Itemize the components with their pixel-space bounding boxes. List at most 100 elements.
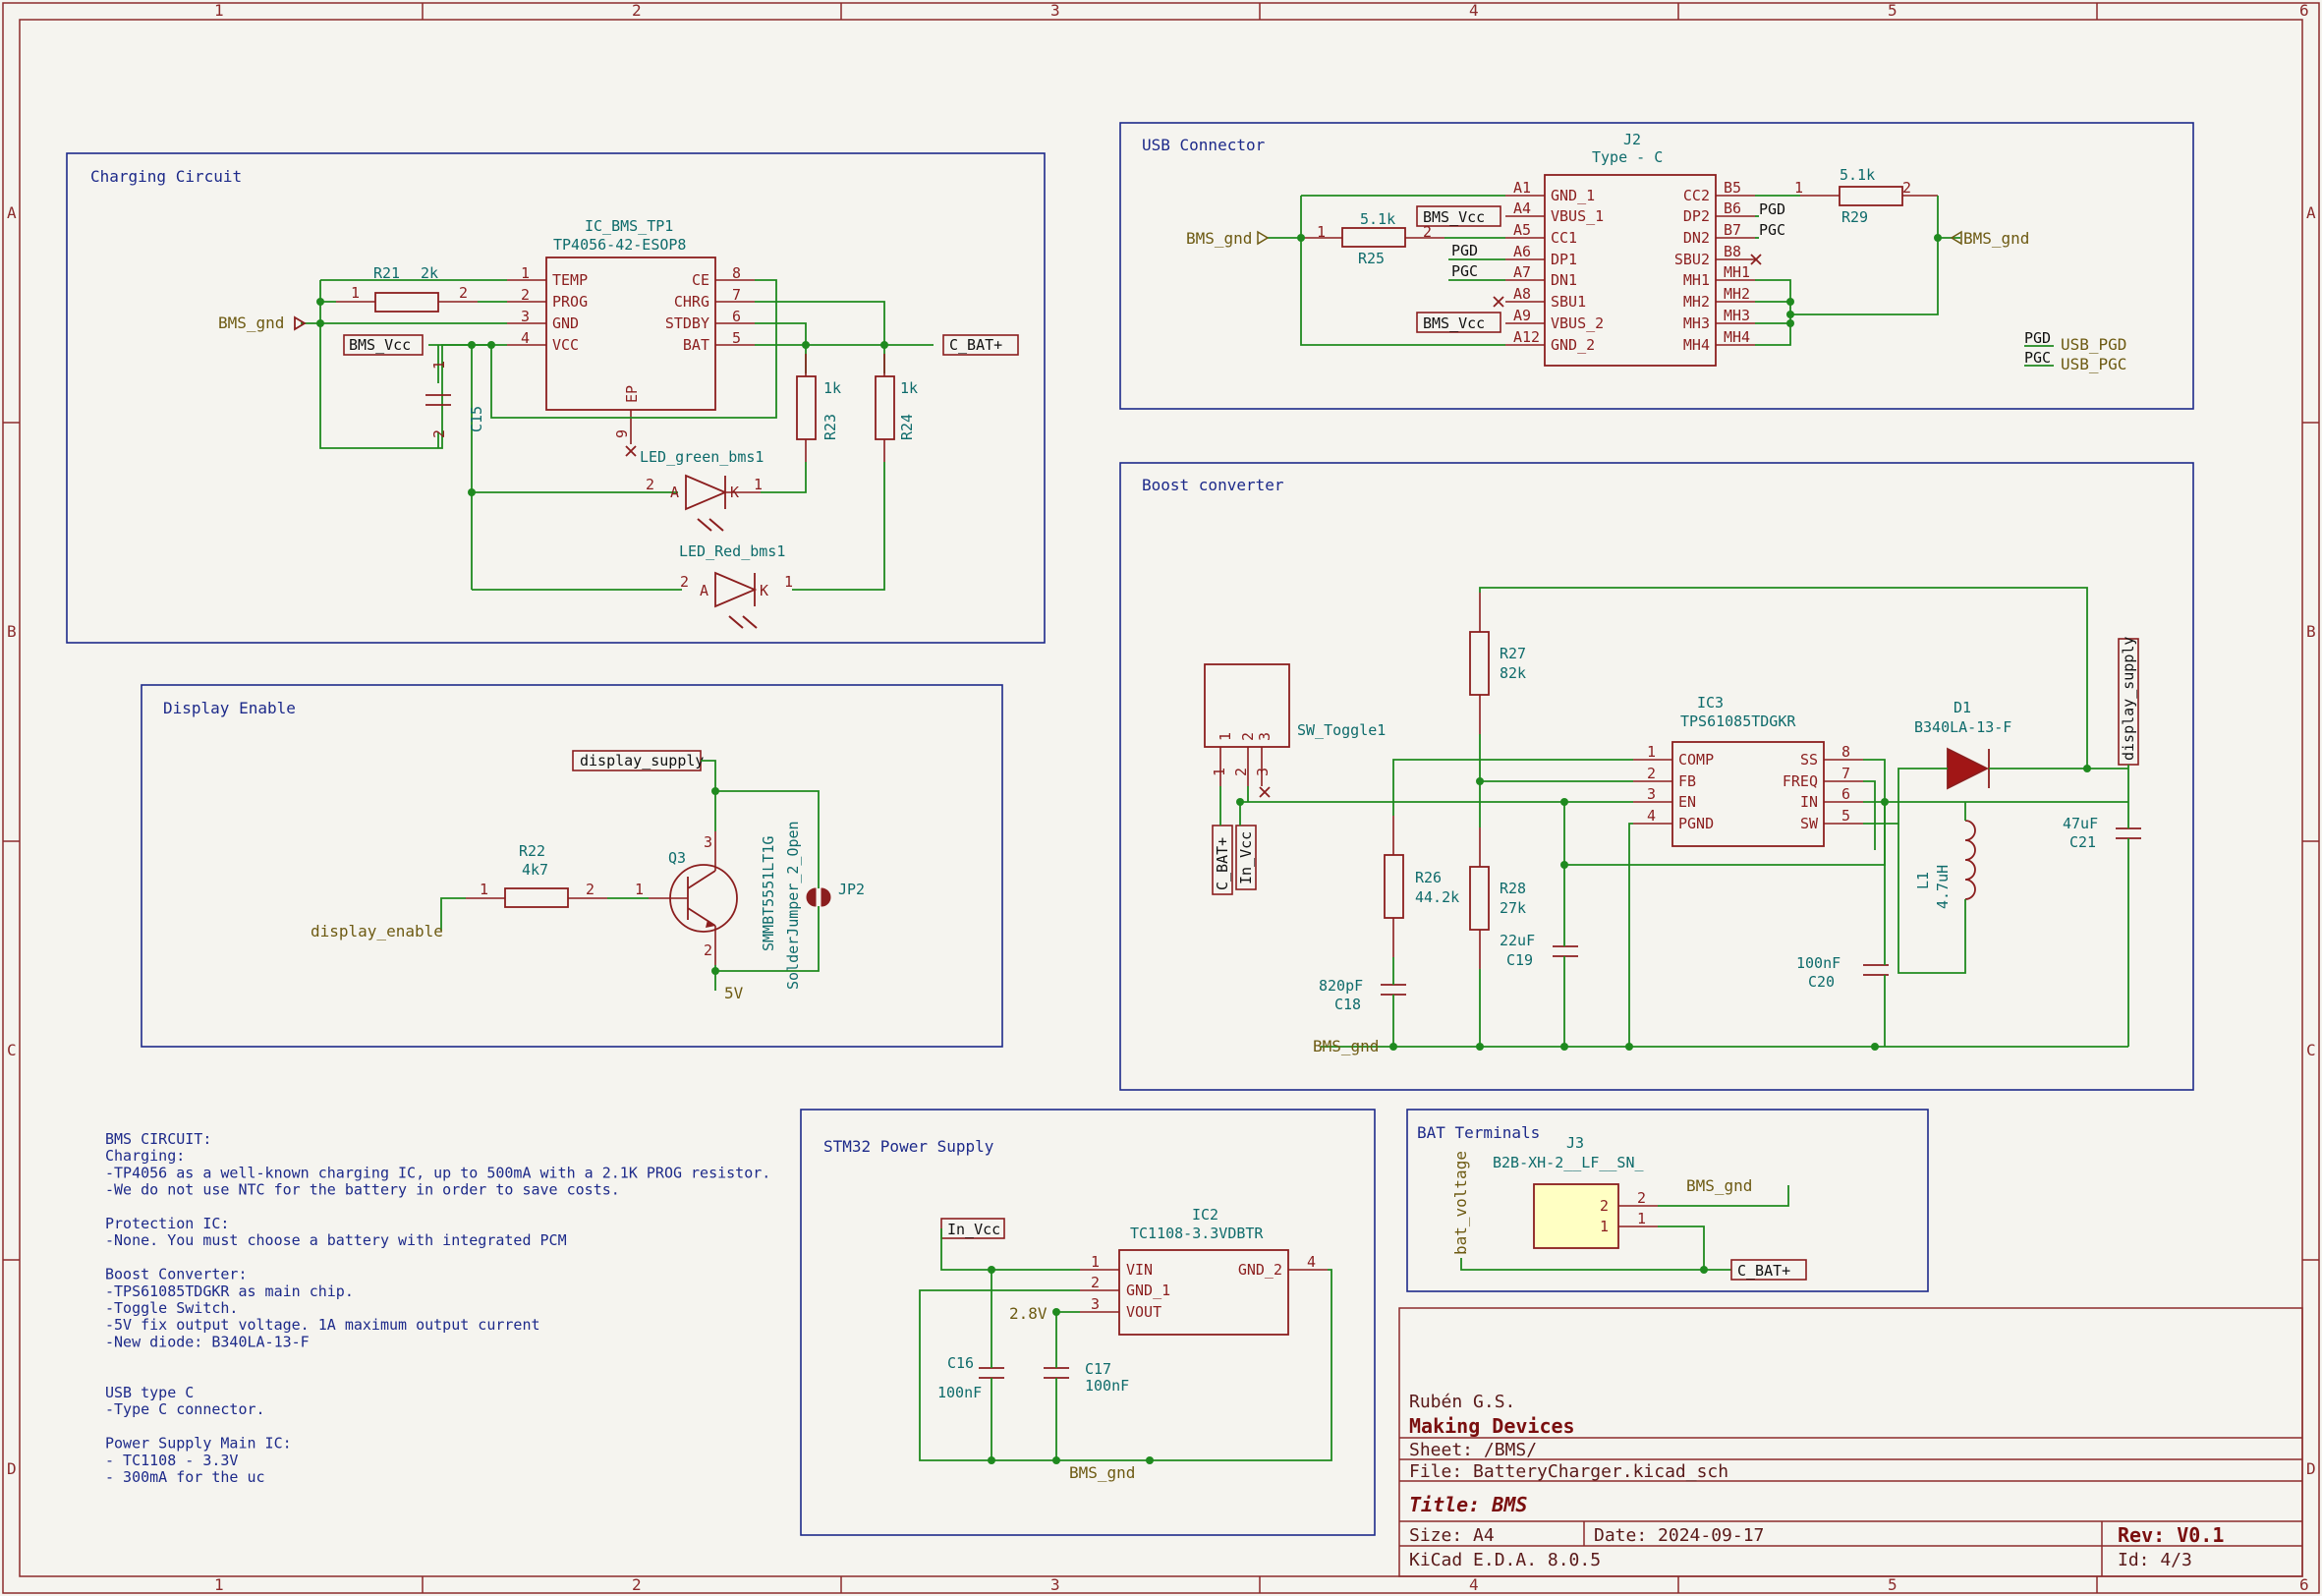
r22-value: 4k7 <box>522 861 548 879</box>
usb-vcc-label-1: BMS_Vcc <box>1423 208 1485 226</box>
r29-ref: R29 <box>1841 208 1868 226</box>
r21-pin2: 2 <box>459 284 468 302</box>
usb-pgc-global: PGC <box>2024 349 2051 367</box>
led-red-symbol <box>714 571 758 608</box>
stm32-gnd-label: BMS_gnd <box>1069 1463 1135 1482</box>
frame-row-b-right: B <box>2306 622 2316 641</box>
led-green-light <box>697 518 724 532</box>
jp2-value: SolderJumper_2_Open <box>784 821 802 990</box>
c15-ref: C15 <box>468 406 485 432</box>
j2-value: Type - C <box>1592 148 1663 166</box>
usb-gnd-label-right: BMS_gnd <box>1963 229 2029 248</box>
usb-pgc-left: PGC <box>1451 262 1478 280</box>
j2-left-pin-num-6: A9 <box>1513 307 1531 324</box>
title-block: Rubén G.S. Making Devices Sheet: /BMS/ F… <box>1398 1307 2303 1577</box>
r25-body <box>1341 227 1406 248</box>
ic3-right-pin-name-2: IN <box>1800 793 1818 811</box>
ic2-right-pin-name: GND_2 <box>1238 1261 1282 1279</box>
c15-pin1: 1 <box>430 361 448 370</box>
j2-right-pin-num-1: B6 <box>1724 200 1741 217</box>
usb-pgd-right: PGD <box>1759 200 1785 218</box>
j2-left-pin-num-7: A12 <box>1513 328 1540 346</box>
led-green-ref: LED_green_bms1 <box>640 448 764 466</box>
j2-left-pin-name-5: SBU1 <box>1551 293 1586 311</box>
ic3-ref: IC3 <box>1697 694 1724 712</box>
ic-bms-pin7-name: CHRG <box>674 293 709 311</box>
sw-pin1-b: 1 <box>1211 768 1228 776</box>
ic2-ref: IC2 <box>1192 1206 1218 1224</box>
ic-bms-pin2-num: 2 <box>521 286 530 304</box>
ic-bms-ref: IC_BMS_TP1 <box>585 217 673 235</box>
usb-gnd-label-left: BMS_gnd <box>1186 229 1252 248</box>
frame-col-3-bottom: 3 <box>1050 1575 1060 1594</box>
display-block-title: Display Enable <box>163 699 296 717</box>
boost-gnd-label: BMS_gnd <box>1313 1037 1379 1055</box>
led-green-symbol <box>685 474 728 511</box>
jp2-symbol <box>806 887 831 907</box>
c16-symbol <box>979 1367 1004 1379</box>
r26-value: 44.2k <box>1415 888 1459 906</box>
c17-ref: C17 <box>1085 1360 1111 1378</box>
ic-bms-pin6-num: 6 <box>732 308 741 325</box>
usb-pgc-right: PGC <box>1759 221 1785 239</box>
bat-cbat-label: C_BAT+ <box>1737 1262 1790 1280</box>
usb-gnd-arrow-left <box>1257 230 1270 246</box>
ic3-right-pin-name-0: SS <box>1800 751 1818 769</box>
r29-body <box>1839 186 1903 206</box>
tb-author: Rubén G.S. <box>1409 1392 1515 1412</box>
frame-row-d: D <box>7 1459 17 1478</box>
r29-value: 5.1k <box>1840 166 1875 184</box>
j2-right-pin-num-0: B5 <box>1724 179 1741 197</box>
r24-value: 1k <box>900 379 918 397</box>
ic3-right-pin-name-3: SW <box>1800 815 1819 832</box>
stm32-invcc-label: In_Vcc <box>947 1221 1000 1238</box>
j2-right-pin-name-6: MH3 <box>1683 314 1710 332</box>
ic3-left-pin-name-3: PGND <box>1678 815 1714 832</box>
q3-lines <box>687 870 716 927</box>
ic-bms-pin4-name: VCC <box>552 336 579 354</box>
ic2-right-pin-num: 4 <box>1307 1253 1316 1271</box>
r23-body <box>796 375 817 440</box>
c17-symbol <box>1044 1367 1069 1379</box>
frame-col-6-bottom: 6 <box>2299 1575 2309 1594</box>
j2-right-pin-name-7: MH4 <box>1683 336 1710 354</box>
tb-title: Title: BMS <box>1409 1493 1527 1516</box>
j3-value: B2B-XH-2__LF__SN_ <box>1493 1154 1644 1171</box>
l1-value: 4.7uH <box>1934 865 1952 909</box>
note-line-6: -None. You must choose a battery with in… <box>105 1231 567 1249</box>
frame-col-2-bottom: 2 <box>632 1575 642 1594</box>
d1-ref: D1 <box>1954 699 1971 716</box>
j2-right-pin-num-2: B7 <box>1724 221 1741 239</box>
ic2-left-pin-name-2: VOUT <box>1126 1303 1161 1321</box>
r26-ref: R26 <box>1415 869 1442 886</box>
ic3-left-pin-num-0: 1 <box>1647 743 1656 761</box>
led-red-pin1: 1 <box>784 573 793 591</box>
ic-bms-pin8-num: 8 <box>732 264 741 282</box>
j2-right-pin-name-3: SBU2 <box>1674 251 1710 268</box>
tb-file: File: BatteryCharger.kicad_sch <box>1409 1461 1728 1482</box>
frame-col-6: 6 <box>2299 1 2309 20</box>
j3-pin2-num: 2 <box>1637 1189 1646 1207</box>
frame-col-4-bottom: 4 <box>1469 1575 1479 1594</box>
q3-pin1: 1 <box>635 881 644 898</box>
bat-gnd-label: BMS_gnd <box>1686 1176 1752 1195</box>
j2-right-pin-num-5: MH2 <box>1724 285 1750 303</box>
boost-block <box>1119 462 2194 1091</box>
ic-bms-pin5-num: 5 <box>732 329 741 347</box>
led-red-ref: LED_Red_bms1 <box>679 542 785 560</box>
r22-pin2: 2 <box>586 881 595 898</box>
j2-right-pin-num-7: MH4 <box>1724 328 1750 346</box>
ic-bms-pin8-name: CE <box>692 271 709 289</box>
boost-block-title: Boost converter <box>1142 476 1284 494</box>
ic3-right-pin-num-1: 7 <box>1841 765 1850 782</box>
no-connect-sw <box>1259 786 1271 798</box>
charging-bat-label: C_BAT+ <box>949 336 1002 354</box>
j3-pin2-inner: 2 <box>1600 1197 1609 1215</box>
j2-left-pin-name-2: CC1 <box>1551 229 1577 247</box>
note-line-11: -5V fix output voltage. 1A maximum outpu… <box>105 1316 540 1334</box>
q3-pin2: 2 <box>704 941 712 959</box>
frame-col-3: 3 <box>1050 1 1060 20</box>
jp2-ref: JP2 <box>838 881 865 898</box>
note-line-3: -We do not use NTC for the battery in or… <box>105 1181 620 1199</box>
r28-value: 27k <box>1500 899 1526 917</box>
